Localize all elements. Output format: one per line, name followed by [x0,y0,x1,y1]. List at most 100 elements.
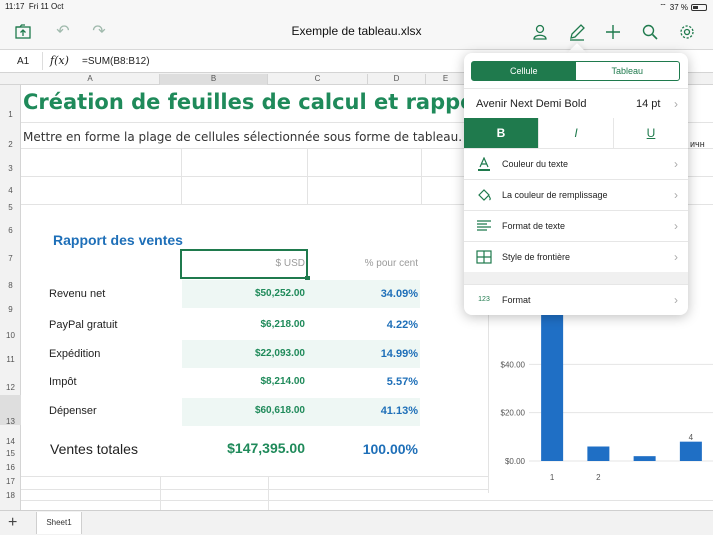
underline-button[interactable]: U [613,118,688,148]
total-pct[interactable]: 100.00% [310,441,418,457]
row-pct[interactable]: 34.09% [310,288,418,300]
menu-item-label: Style de frontière [502,252,571,262]
x-tick-label: 4 [689,433,694,442]
sheet-subtitle[interactable]: Mettre en forme la plage de cellules sél… [23,130,462,144]
row-label[interactable]: Impôt [49,376,77,388]
sales-bar-chart[interactable]: $40.00 $20.00 $0.00 1 2 4 [488,300,713,493]
row-header[interactable]: 8 [0,281,21,290]
pencil-icon[interactable] [568,23,586,41]
row-pct[interactable]: 4.22% [310,319,418,331]
column-header-d[interactable]: D [368,74,426,85]
row-header[interactable]: 3 [0,164,21,173]
row-header[interactable]: 12 [0,383,21,392]
row-header[interactable]: 11 [0,355,21,364]
selected-cell[interactable] [180,249,310,281]
font-name: Avenir Next Demi Bold [476,98,587,110]
number-format-icon: 123 [478,296,490,303]
row-usd[interactable]: $8,214.00 [182,376,306,387]
x-tick-label: 2 [596,473,601,482]
search-icon[interactable] [641,23,659,41]
bold-button[interactable]: B [464,118,538,148]
menu-item-text-color[interactable]: Couleur du texte › [464,148,688,179]
row-header[interactable]: 13 [0,395,21,426]
row-header[interactable]: 17 [0,477,21,486]
row-label[interactable]: PayPal gratuit [49,319,117,331]
cell-reference[interactable]: A1 [17,56,29,67]
font-picker-row[interactable]: Avenir Next Demi Bold 14 pt › [464,88,688,118]
row-header[interactable]: 5 [0,203,21,212]
grid-line [160,476,161,510]
chevron-right-icon: › [674,293,678,307]
row-usd[interactable]: $6,218.00 [182,319,306,330]
row-pct[interactable]: 14.99% [310,348,418,360]
chart-canvas: $40.00 $20.00 $0.00 1 2 4 [501,313,713,482]
status-bar: 11:17 Fri 11 Oct ⌔ 37 % [0,0,713,14]
fill-color-icon [476,188,492,202]
sheet-title[interactable]: Création de feuilles de calcul et rappo [23,90,475,114]
grid-line [421,148,422,206]
column-header-e[interactable]: E [426,74,466,85]
cut-off-cell-text[interactable]: ичн [690,139,705,149]
gear-icon[interactable] [678,23,696,41]
column-header-c[interactable]: C [268,74,368,85]
row-header[interactable]: 7 [0,254,21,263]
x-tick-label: 1 [550,473,555,482]
row-usd[interactable]: $60,618.00 [182,405,305,416]
column-header-b[interactable]: B [160,74,268,85]
row-header[interactable]: 14 [0,437,21,446]
row-pct[interactable]: 5.57% [310,376,418,388]
menu-item-text-format[interactable]: Format de texte › [464,210,688,241]
sheet-tab[interactable]: Sheet1 [36,512,82,534]
row-header[interactable]: 18 [0,491,21,500]
row-header[interactable]: 6 [0,226,21,235]
format-popover: Cellule Tableau Avenir Next Demi Bold 14… [464,53,688,315]
report-title[interactable]: Rapport des ventes [53,232,183,248]
total-usd[interactable]: $147,395.00 [182,440,305,456]
menu-item-label: Format de texte [502,221,566,231]
chart-bar[interactable] [541,313,564,461]
formula-input[interactable]: =SUM(B8:B12) [82,56,150,67]
column-header-a[interactable]: A [21,74,160,85]
menu-item-format[interactable]: 123 Format › [464,284,688,315]
grid-line [21,500,713,501]
battery-status: ⌔ 37 % [659,2,707,12]
total-label[interactable]: Ventes totales [50,441,138,457]
row-usd[interactable]: $50,252.00 [182,288,305,299]
tab-tableau[interactable]: Tableau [576,62,680,80]
person-icon[interactable] [531,23,549,41]
row-label[interactable]: Dépenser [49,405,97,417]
menu-item-label: Couleur du texte [502,159,569,169]
date-text: Fri 11 Oct [28,2,64,11]
menu-item-border-style[interactable]: Style de frontière › [464,241,688,272]
popover-section-gap [464,272,688,284]
italic-button[interactable]: I [538,118,613,148]
chart-bar[interactable] [679,441,702,461]
time-text: 11:17 [5,2,25,11]
grid-line [307,148,308,206]
row-header[interactable]: 15 [0,449,21,458]
row-header[interactable]: 16 [0,463,21,472]
pct-column-header[interactable]: % pour cent [310,258,418,269]
row-header[interactable]: 2 [0,140,21,149]
row-usd[interactable]: $22,093.00 [182,348,305,359]
row-header[interactable]: 9 [0,305,21,314]
tab-cellule[interactable]: Cellule [472,62,576,80]
formula-divider [42,52,43,70]
function-icon[interactable]: f(x) [50,54,69,67]
row-label[interactable]: Revenu net [49,288,105,300]
row-header[interactable]: 4 [0,186,21,195]
row-header[interactable]: 1 [0,110,21,119]
grid-line [181,148,182,206]
plus-icon[interactable] [604,23,622,41]
add-sheet-icon[interactable]: + [8,514,17,532]
row-header[interactable]: 10 [0,331,21,340]
row-label[interactable]: Expédition [49,348,100,360]
chart-bar[interactable] [633,456,656,461]
row-pct[interactable]: 41.13% [310,405,418,417]
chart-bar[interactable] [587,446,610,462]
status-time: 11:17 Fri 11 Oct [5,2,63,11]
text-format-icon [476,219,492,233]
chevron-right-icon: › [674,250,678,264]
menu-item-fill-color[interactable]: La couleur de remplissage › [464,179,688,210]
menu-item-label: Format [502,295,531,305]
